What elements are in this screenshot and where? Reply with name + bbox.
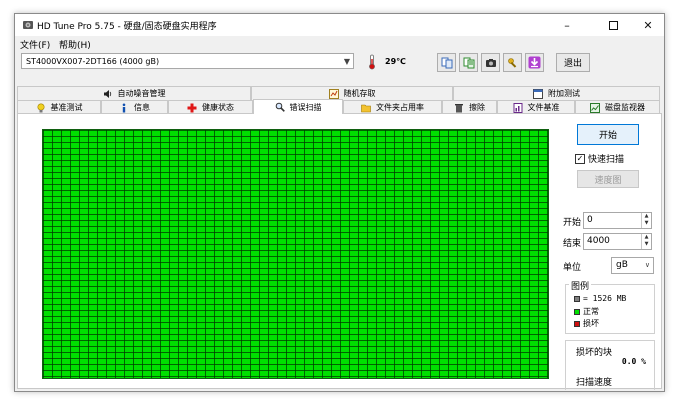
- drive-select[interactable]: ST4000VX007-2DT166 (4000 gB) ▼: [21, 53, 354, 69]
- tab-folder-usage[interactable]: 文件夹占用率: [343, 100, 442, 114]
- chevron-down-icon: ▼: [343, 57, 350, 66]
- tab-erase[interactable]: 擦除: [442, 100, 497, 114]
- legend-bad-text: 损坏: [583, 319, 599, 328]
- thermometer-icon: [369, 54, 375, 70]
- tab-label: 文件基准: [527, 103, 560, 112]
- unit-label: 单位: [563, 263, 582, 273]
- unit-select[interactable]: gB ∨: [611, 257, 654, 274]
- quick-scan-label: 快速扫描: [588, 155, 625, 165]
- tab-disk-monitor[interactable]: 磁盘监视器: [575, 100, 660, 114]
- tab-extra-tests[interactable]: 附加测试: [453, 86, 660, 100]
- minimize-button[interactable]: –: [552, 14, 582, 36]
- legend-ok: 正常: [574, 306, 599, 317]
- legend-group: 图例 = 1526 MB 正常 损坏: [565, 279, 655, 334]
- app-icon: [23, 21, 33, 29]
- start-label: 开始: [563, 218, 582, 228]
- tab-acoustic[interactable]: 自动噪音管理: [17, 86, 251, 100]
- copy-button[interactable]: [437, 53, 456, 72]
- options-button[interactable]: [503, 53, 522, 72]
- minimize-icon: –: [564, 18, 570, 32]
- menu-help[interactable]: 帮助(H): [59, 38, 91, 51]
- legend-block-size: = 1526 MB: [574, 294, 626, 303]
- save-icon: [528, 56, 541, 69]
- file-benchmark-icon: [513, 102, 522, 113]
- toolbar: ST4000VX007-2DT166 (4000 gB) ▼ 29℃ 退出: [15, 51, 664, 87]
- start-scan-button[interactable]: 开始: [577, 124, 639, 145]
- scan-speed-title: 扫描速度: [576, 378, 613, 388]
- tab-random-access[interactable]: 随机存取: [251, 86, 453, 100]
- copy-text-button[interactable]: [459, 53, 478, 72]
- ok-swatch: [574, 308, 580, 315]
- tab-label: 错误扫描: [289, 102, 322, 112]
- tab-label: 文件夹占用率: [376, 103, 424, 112]
- speed-map-button[interactable]: 速度图: [577, 170, 639, 188]
- end-input[interactable]: 4000 ▲ ▼: [583, 233, 652, 250]
- folder-icon: [361, 104, 371, 112]
- stats-group: 损坏的块 0.0 % 扫描速度: [565, 340, 655, 390]
- random-access-icon: [328, 88, 339, 99]
- start-value: 0: [587, 215, 593, 225]
- copy-icon: [441, 57, 452, 68]
- title-bar: HD Tune Pro 5.75 - 硬盘/固态硬盘实用程序 – ✕: [15, 14, 664, 36]
- close-icon: ✕: [643, 18, 653, 32]
- app-window: HD Tune Pro 5.75 - 硬盘/固态硬盘实用程序 – ✕ 文件(F)…: [14, 13, 665, 392]
- speaker-icon: [103, 89, 111, 98]
- extra-tests-icon: [533, 88, 543, 99]
- tab-file-benchmark[interactable]: 文件基准: [497, 100, 575, 114]
- save-button[interactable]: [525, 53, 544, 72]
- damaged-blocks-title: 损坏的块: [576, 348, 613, 358]
- unit-value: gB: [616, 260, 628, 270]
- chevron-down-icon: ∨: [644, 261, 650, 269]
- exit-button[interactable]: 退出: [556, 53, 590, 72]
- tab-benchmark[interactable]: 基准测试: [17, 100, 101, 114]
- tab-label: 随机存取: [343, 89, 376, 98]
- copy-text-icon: [463, 57, 474, 68]
- tab-label: 附加测试: [548, 89, 580, 98]
- quick-scan-checkbox[interactable]: ✓ 快速扫描: [575, 152, 624, 165]
- tab-row-top: 自动噪音管理 随机存取 附加测试: [15, 86, 664, 100]
- drive-select-value: ST4000VX007-2DT166 (4000 gB): [26, 57, 160, 66]
- tab-label: 健康状态: [202, 103, 234, 112]
- legend-ok-text: 正常: [583, 307, 599, 316]
- tab-health[interactable]: 健康状态: [168, 100, 253, 114]
- legend-block-text: = 1526 MB: [583, 294, 627, 303]
- legend-bad: 损坏: [574, 318, 599, 329]
- maximize-button[interactable]: [598, 14, 628, 36]
- tab-label: 信息: [134, 103, 150, 112]
- end-value: 4000: [587, 236, 610, 246]
- damaged-blocks-value: 0.0 %: [621, 357, 646, 366]
- spinner-arrows-icon[interactable]: ▲ ▼: [641, 213, 651, 228]
- trash-icon: [455, 103, 463, 112]
- checkmark-icon: ✓: [575, 153, 585, 164]
- maximize-icon: [608, 20, 618, 30]
- tab-label: 基准测试: [50, 103, 83, 112]
- legend-title: 图例: [569, 279, 592, 292]
- end-label: 结束: [563, 239, 582, 249]
- tab-label: 擦除: [469, 103, 485, 112]
- menu-file[interactable]: 文件(F): [20, 38, 50, 51]
- tab-row-bottom: 基准测试 信息 健康状态 错误扫描 文件夹占用率 擦除 文件基准 磁盘监视器: [15, 99, 664, 114]
- options-icon: [507, 57, 516, 68]
- tab-error-scan[interactable]: 错误扫描: [253, 99, 343, 114]
- bulb-icon: [36, 102, 45, 112]
- tab-info[interactable]: 信息: [101, 100, 168, 114]
- window-title: HD Tune Pro 5.75 - 硬盘/固态硬盘实用程序: [37, 22, 217, 32]
- temperature-readout: 29℃: [385, 57, 406, 66]
- close-button[interactable]: ✕: [633, 14, 663, 36]
- block-map: [42, 129, 549, 379]
- health-cross-icon: [187, 103, 197, 112]
- screenshot-button[interactable]: [481, 53, 500, 72]
- block-swatch: [574, 295, 580, 302]
- tab-label: 磁盘监视器: [605, 103, 645, 112]
- menu-bar: 文件(F) 帮助(H): [15, 36, 664, 51]
- bad-swatch: [574, 320, 580, 327]
- error-scan-panel: 开始 ✓ 快速扫描 速度图 开始 0 ▲ ▼ 结束 4000 ▲ ▼ 单位 gB ∨…: [17, 113, 662, 390]
- camera-icon: [485, 58, 496, 67]
- tab-label: 自动噪音管理: [117, 89, 166, 98]
- spinner-arrows-icon[interactable]: ▲ ▼: [641, 234, 651, 249]
- disk-monitor-icon: [590, 102, 600, 113]
- start-input[interactable]: 0 ▲ ▼: [583, 212, 652, 229]
- magnifier-icon: [275, 102, 285, 112]
- info-icon: [122, 103, 126, 112]
